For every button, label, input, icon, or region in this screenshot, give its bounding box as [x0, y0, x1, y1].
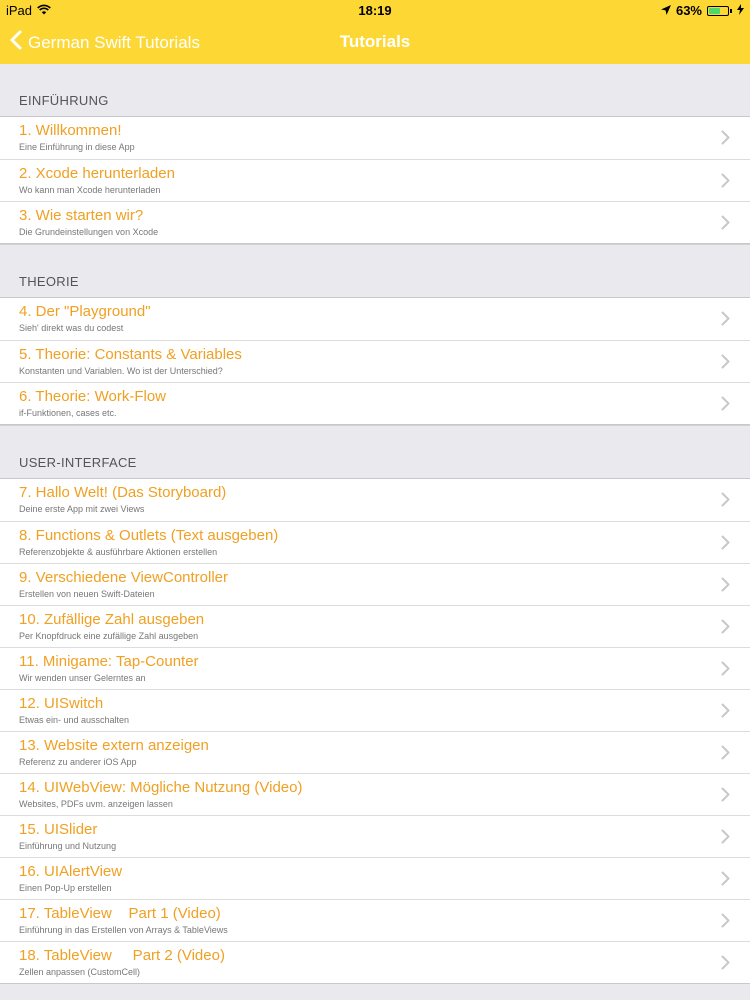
chevron-right-icon — [721, 661, 730, 681]
section-header-label: EINFÜHRUNG — [19, 93, 109, 108]
row-subtitle: Zellen anpassen (CustomCell) — [19, 967, 141, 977]
row-subtitle: Einführung und Nutzung — [19, 841, 117, 851]
chevron-right-icon — [721, 396, 730, 416]
chevron-right-icon — [721, 215, 730, 235]
table-row[interactable]: 16. UIAlertView Einen Pop-Up erstellen — [0, 857, 750, 899]
row-title: 3. Wie starten wir? — [19, 207, 144, 224]
table-row[interactable]: 8. Functions & Outlets (Text ausgeben) Re… — [0, 521, 750, 563]
chevron-right-icon — [721, 130, 730, 150]
row-title: 12. UISwitch — [19, 695, 104, 712]
row-title: 6. Theorie: Work-Flow — [19, 388, 166, 405]
table-row[interactable]: 11. Minigame: Tap-Counter Wir wenden unse… — [0, 647, 750, 689]
row-subtitle: Referenz zu anderer iOS App — [19, 757, 137, 767]
navigation-bar: German Swift Tutorials Tutorials — [0, 20, 750, 64]
table-row[interactable]: 9. Verschiedene ViewController Erstellen … — [0, 563, 750, 605]
chevron-right-icon — [721, 955, 730, 975]
section-header: USER-INTERFACE — [0, 425, 750, 478]
table-row[interactable]: 7. Hallo Welt! (Das Storyboard) Deine ers… — [0, 479, 750, 521]
table-row[interactable]: 14. UIWebView: Mögliche Nutzung (Video) W… — [0, 773, 750, 815]
battery-icon — [707, 5, 729, 16]
chevron-right-icon — [721, 173, 730, 193]
table-row[interactable]: 17. TableView Part 1 (Video) Einführung i… — [0, 899, 750, 941]
row-subtitle: Einführung in das Erstellen von Arrays &… — [19, 925, 228, 935]
row-title: 11. Minigame: Tap-Counter — [19, 653, 199, 670]
status-time: 18:19 — [358, 3, 392, 18]
row-title: 9. Verschiedene ViewController — [19, 569, 229, 586]
table-row[interactable]: 18. TableView Part 2 (Video) Zellen anpas… — [0, 941, 750, 983]
table-row[interactable]: 12. UISwitch Etwas ein- und ausschalten — [0, 689, 750, 731]
chevron-right-icon — [721, 577, 730, 597]
row-subtitle: Etwas ein- und ausschalten — [19, 715, 130, 725]
row-title: 17. TableView Part 1 (Video) — [19, 905, 221, 922]
chevron-right-icon — [721, 703, 730, 723]
section-header-label: USER-INTERFACE — [19, 455, 137, 470]
row-title: 10. Zufällige Zahl ausgeben — [19, 611, 205, 628]
charging-bolt-icon — [737, 3, 744, 18]
row-subtitle: Einen Pop-Up erstellen — [19, 883, 112, 893]
section-header-label: THEORIE — [19, 274, 79, 289]
status-bar: iPad 18:19 63% — [0, 0, 750, 20]
row-subtitle: Sieh' direkt was du codest — [19, 323, 124, 333]
row-subtitle: Eine Einführung in diese App — [19, 142, 135, 152]
row-title: 14. UIWebView: Mögliche Nutzung (Video) — [19, 779, 303, 796]
table-row[interactable]: 13. Website extern anzeigen Referenz zu a… — [0, 731, 750, 773]
chevron-right-icon — [721, 787, 730, 807]
battery-percent: 63% — [675, 3, 702, 18]
row-subtitle: Erstellen von neuen Swift-Dateien — [19, 589, 155, 599]
chevron-right-icon — [721, 745, 730, 765]
table-row[interactable]: 6. Theorie: Work-Flow if-Funktionen, case… — [0, 382, 750, 424]
chevron-right-icon — [721, 354, 730, 374]
battery-tip — [730, 8, 732, 13]
row-subtitle: Wo kann man Xcode herunterladen — [19, 185, 161, 195]
chevron-right-icon — [721, 829, 730, 849]
section-list: 1. Willkommen! Eine Einführung in diese A… — [0, 116, 750, 244]
row-title: 2. Xcode herunterladen — [19, 165, 175, 182]
chevron-right-icon — [721, 871, 730, 891]
row-subtitle: Referenzobjekte & ausführbare Aktionen e… — [19, 547, 218, 557]
row-title: 1. Willkommen! — [19, 122, 122, 139]
row-subtitle: Die Grundeinstellungen von Xcode — [19, 227, 159, 237]
section-header: EINFÜHRUNG — [0, 64, 750, 116]
battery-level — [709, 7, 721, 14]
chevron-right-icon — [721, 535, 730, 555]
table-view[interactable]: EINFÜHRUNG 1. Willkommen! Eine Einführung … — [0, 64, 750, 984]
row-subtitle: Per Knopfdruck eine zufällige Zahl ausge… — [19, 631, 199, 641]
row-subtitle: Websites, PDFs uvm. anzeigen lassen — [19, 799, 173, 809]
chevron-right-icon — [721, 913, 730, 933]
chevron-right-icon — [721, 311, 730, 331]
section-header: THEORIE — [0, 244, 750, 297]
table-row[interactable]: 10. Zufällige Zahl ausgeben Per Knopfdruc… — [0, 605, 750, 647]
row-title: 18. TableView Part 2 (Video) — [19, 947, 225, 964]
row-title: 15. UISlider — [19, 821, 98, 838]
chevron-right-icon — [721, 492, 730, 512]
section-list: 4. Der "Playground" Sieh' direkt was du c… — [0, 297, 750, 425]
row-subtitle: Deine erste App mit zwei Views — [19, 504, 145, 514]
row-title: 4. Der "Playground" — [19, 303, 151, 320]
top-bar: iPad 18:19 63% German Swift Tutorials Tu… — [0, 0, 750, 64]
section-list: 7. Hallo Welt! (Das Storyboard) Deine ers… — [0, 478, 750, 984]
chevron-right-icon — [721, 619, 730, 639]
row-title: 7. Hallo Welt! (Das Storyboard) — [19, 484, 227, 501]
row-title: 16. UIAlertView — [19, 863, 123, 880]
row-title: 13. Website extern anzeigen — [19, 737, 209, 754]
table-row[interactable]: 4. Der "Playground" Sieh' direkt was du c… — [0, 298, 750, 340]
row-subtitle: Konstanten und Variablen. Wo ist der Unt… — [19, 366, 223, 376]
table-row[interactable]: 3. Wie starten wir? Die Grundeinstellunge… — [0, 201, 750, 243]
location-arrow-icon — [660, 3, 671, 18]
table-row[interactable]: 5. Theorie: Constants & Variables Konstan… — [0, 340, 750, 382]
row-subtitle: if-Funktionen, cases etc. — [19, 408, 117, 418]
table-row[interactable]: 2. Xcode herunterladen Wo kann man Xcode … — [0, 159, 750, 201]
table-row[interactable]: 1. Willkommen! Eine Einführung in diese A… — [0, 117, 750, 159]
table-row[interactable]: 15. UISlider Einführung und Nutzung — [0, 815, 750, 857]
row-subtitle: Wir wenden unser Gelerntes an — [19, 673, 146, 683]
row-title: 8. Functions & Outlets (Text ausgeben) — [19, 527, 279, 544]
page-title: Tutorials — [339, 32, 411, 51]
row-title: 5. Theorie: Constants & Variables — [19, 346, 242, 363]
